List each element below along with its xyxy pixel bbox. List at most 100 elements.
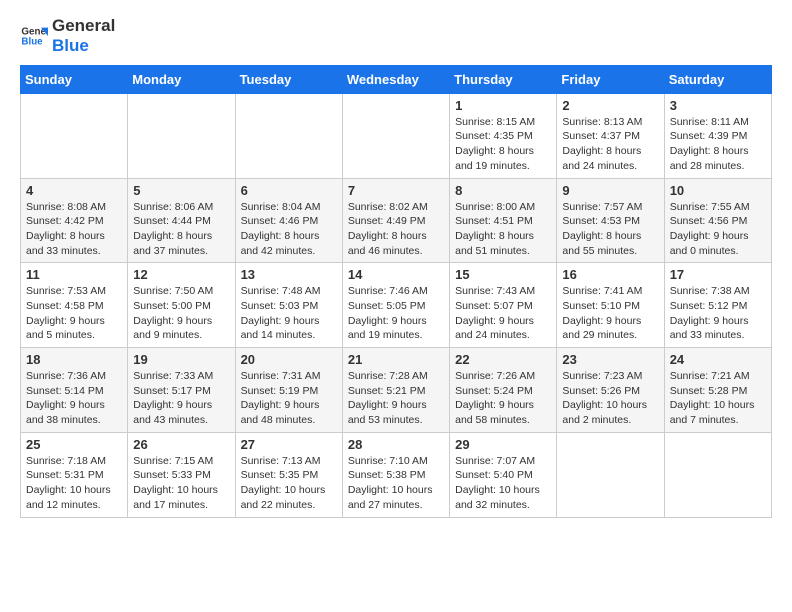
calendar-cell: 8 Sunrise: 8:00 AM Sunset: 4:51 PM Daylig… [450, 178, 557, 263]
day-number: 7 [348, 183, 444, 198]
day-header-monday: Monday [128, 65, 235, 93]
day-info: Sunrise: 7:10 AM Sunset: 5:38 PM Dayligh… [348, 454, 444, 513]
day-number: 20 [241, 352, 337, 367]
calendar-cell [557, 432, 664, 517]
calendar-cell: 3 Sunrise: 8:11 AM Sunset: 4:39 PM Daylig… [664, 93, 771, 178]
day-header-sunday: Sunday [21, 65, 128, 93]
day-number: 29 [455, 437, 551, 452]
calendar-cell: 4Sunrise: 8:08 AM Sunset: 4:42 PM Daylig… [21, 178, 128, 263]
day-header-thursday: Thursday [450, 65, 557, 93]
svg-text:Blue: Blue [21, 37, 43, 48]
day-number: 14 [348, 267, 444, 282]
day-number: 13 [241, 267, 337, 282]
day-number: 23 [562, 352, 658, 367]
day-header-wednesday: Wednesday [342, 65, 449, 93]
day-info: Sunrise: 7:36 AM Sunset: 5:14 PM Dayligh… [26, 369, 122, 428]
day-info: Sunrise: 7:31 AM Sunset: 5:19 PM Dayligh… [241, 369, 337, 428]
day-info: Sunrise: 7:55 AM Sunset: 4:56 PM Dayligh… [670, 200, 766, 259]
day-info: Sunrise: 7:53 AM Sunset: 4:58 PM Dayligh… [26, 284, 122, 343]
day-number: 6 [241, 183, 337, 198]
day-header-saturday: Saturday [664, 65, 771, 93]
calendar-cell: 21 Sunrise: 7:28 AM Sunset: 5:21 PM Dayli… [342, 348, 449, 433]
day-info: Sunrise: 8:11 AM Sunset: 4:39 PM Dayligh… [670, 115, 766, 174]
header: General Blue General Blue [20, 16, 772, 57]
day-info: Sunrise: 7:18 AM Sunset: 5:31 PM Dayligh… [26, 454, 122, 513]
day-info: Sunrise: 8:04 AM Sunset: 4:46 PM Dayligh… [241, 200, 337, 259]
day-info: Sunrise: 8:15 AM Sunset: 4:35 PM Dayligh… [455, 115, 551, 174]
calendar-cell [235, 93, 342, 178]
day-number: 27 [241, 437, 337, 452]
calendar-cell [21, 93, 128, 178]
day-info: Sunrise: 7:50 AM Sunset: 5:00 PM Dayligh… [133, 284, 229, 343]
day-number: 21 [348, 352, 444, 367]
day-info: Sunrise: 8:02 AM Sunset: 4:49 PM Dayligh… [348, 200, 444, 259]
day-info: Sunrise: 7:23 AM Sunset: 5:26 PM Dayligh… [562, 369, 658, 428]
day-number: 19 [133, 352, 229, 367]
day-info: Sunrise: 7:21 AM Sunset: 5:28 PM Dayligh… [670, 369, 766, 428]
calendar-cell: 5Sunrise: 8:06 AM Sunset: 4:44 PM Daylig… [128, 178, 235, 263]
calendar-cell: 1 Sunrise: 8:15 AM Sunset: 4:35 PM Daylig… [450, 93, 557, 178]
calendar-cell: 7 Sunrise: 8:02 AM Sunset: 4:49 PM Daylig… [342, 178, 449, 263]
day-number: 8 [455, 183, 551, 198]
day-number: 24 [670, 352, 766, 367]
day-info: Sunrise: 7:07 AM Sunset: 5:40 PM Dayligh… [455, 454, 551, 513]
calendar-cell: 28 Sunrise: 7:10 AM Sunset: 5:38 PM Dayli… [342, 432, 449, 517]
calendar-cell: 20 Sunrise: 7:31 AM Sunset: 5:19 PM Dayli… [235, 348, 342, 433]
calendar-cell: 25 Sunrise: 7:18 AM Sunset: 5:31 PM Dayli… [21, 432, 128, 517]
logo: General Blue General Blue [20, 16, 115, 57]
calendar-cell: 29 Sunrise: 7:07 AM Sunset: 5:40 PM Dayli… [450, 432, 557, 517]
calendar-cell [128, 93, 235, 178]
calendar-cell: 23 Sunrise: 7:23 AM Sunset: 5:26 PM Dayli… [557, 348, 664, 433]
logo-text-blue: Blue [52, 36, 115, 56]
calendar-cell: 10 Sunrise: 7:55 AM Sunset: 4:56 PM Dayli… [664, 178, 771, 263]
calendar-cell: 22 Sunrise: 7:26 AM Sunset: 5:24 PM Dayli… [450, 348, 557, 433]
calendar-cell: 11 Sunrise: 7:53 AM Sunset: 4:58 PM Dayli… [21, 263, 128, 348]
calendar-cell [664, 432, 771, 517]
day-number: 18 [26, 352, 122, 367]
calendar-cell: 13 Sunrise: 7:48 AM Sunset: 5:03 PM Dayli… [235, 263, 342, 348]
day-number: 1 [455, 98, 551, 113]
day-number: 11 [26, 267, 122, 282]
day-number: 17 [670, 267, 766, 282]
day-header-friday: Friday [557, 65, 664, 93]
day-info: Sunrise: 8:06 AM Sunset: 4:44 PM Dayligh… [133, 200, 229, 259]
day-info: Sunrise: 7:13 AM Sunset: 5:35 PM Dayligh… [241, 454, 337, 513]
day-info: Sunrise: 7:26 AM Sunset: 5:24 PM Dayligh… [455, 369, 551, 428]
day-number: 26 [133, 437, 229, 452]
day-number: 22 [455, 352, 551, 367]
day-info: Sunrise: 7:48 AM Sunset: 5:03 PM Dayligh… [241, 284, 337, 343]
day-info: Sunrise: 7:38 AM Sunset: 5:12 PM Dayligh… [670, 284, 766, 343]
calendar-cell [342, 93, 449, 178]
calendar-cell: 24 Sunrise: 7:21 AM Sunset: 5:28 PM Dayli… [664, 348, 771, 433]
calendar-cell: 2 Sunrise: 8:13 AM Sunset: 4:37 PM Daylig… [557, 93, 664, 178]
calendar-cell: 17 Sunrise: 7:38 AM Sunset: 5:12 PM Dayli… [664, 263, 771, 348]
calendar-cell: 12 Sunrise: 7:50 AM Sunset: 5:00 PM Dayli… [128, 263, 235, 348]
day-info: Sunrise: 7:57 AM Sunset: 4:53 PM Dayligh… [562, 200, 658, 259]
day-info: Sunrise: 8:13 AM Sunset: 4:37 PM Dayligh… [562, 115, 658, 174]
day-header-tuesday: Tuesday [235, 65, 342, 93]
day-number: 28 [348, 437, 444, 452]
day-info: Sunrise: 7:33 AM Sunset: 5:17 PM Dayligh… [133, 369, 229, 428]
calendar-table: SundayMondayTuesdayWednesdayThursdayFrid… [20, 65, 772, 518]
day-info: Sunrise: 7:28 AM Sunset: 5:21 PM Dayligh… [348, 369, 444, 428]
day-info: Sunrise: 8:00 AM Sunset: 4:51 PM Dayligh… [455, 200, 551, 259]
day-info: Sunrise: 7:41 AM Sunset: 5:10 PM Dayligh… [562, 284, 658, 343]
day-info: Sunrise: 7:43 AM Sunset: 5:07 PM Dayligh… [455, 284, 551, 343]
calendar-cell: 19 Sunrise: 7:33 AM Sunset: 5:17 PM Dayli… [128, 348, 235, 433]
day-number: 3 [670, 98, 766, 113]
calendar-cell: 6 Sunrise: 8:04 AM Sunset: 4:46 PM Daylig… [235, 178, 342, 263]
calendar-cell: 9 Sunrise: 7:57 AM Sunset: 4:53 PM Daylig… [557, 178, 664, 263]
day-number: 10 [670, 183, 766, 198]
calendar-cell: 14Sunrise: 7:46 AM Sunset: 5:05 PM Dayli… [342, 263, 449, 348]
day-number: 25 [26, 437, 122, 452]
day-number: 12 [133, 267, 229, 282]
day-number: 15 [455, 267, 551, 282]
logo-text-general: General [52, 16, 115, 36]
day-number: 2 [562, 98, 658, 113]
calendar-cell: 18 Sunrise: 7:36 AM Sunset: 5:14 PM Dayli… [21, 348, 128, 433]
calendar-cell: 26Sunrise: 7:15 AM Sunset: 5:33 PM Dayli… [128, 432, 235, 517]
logo-icon: General Blue [20, 22, 48, 50]
calendar-cell: 27 Sunrise: 7:13 AM Sunset: 5:35 PM Dayli… [235, 432, 342, 517]
day-number: 9 [562, 183, 658, 198]
day-number: 16 [562, 267, 658, 282]
